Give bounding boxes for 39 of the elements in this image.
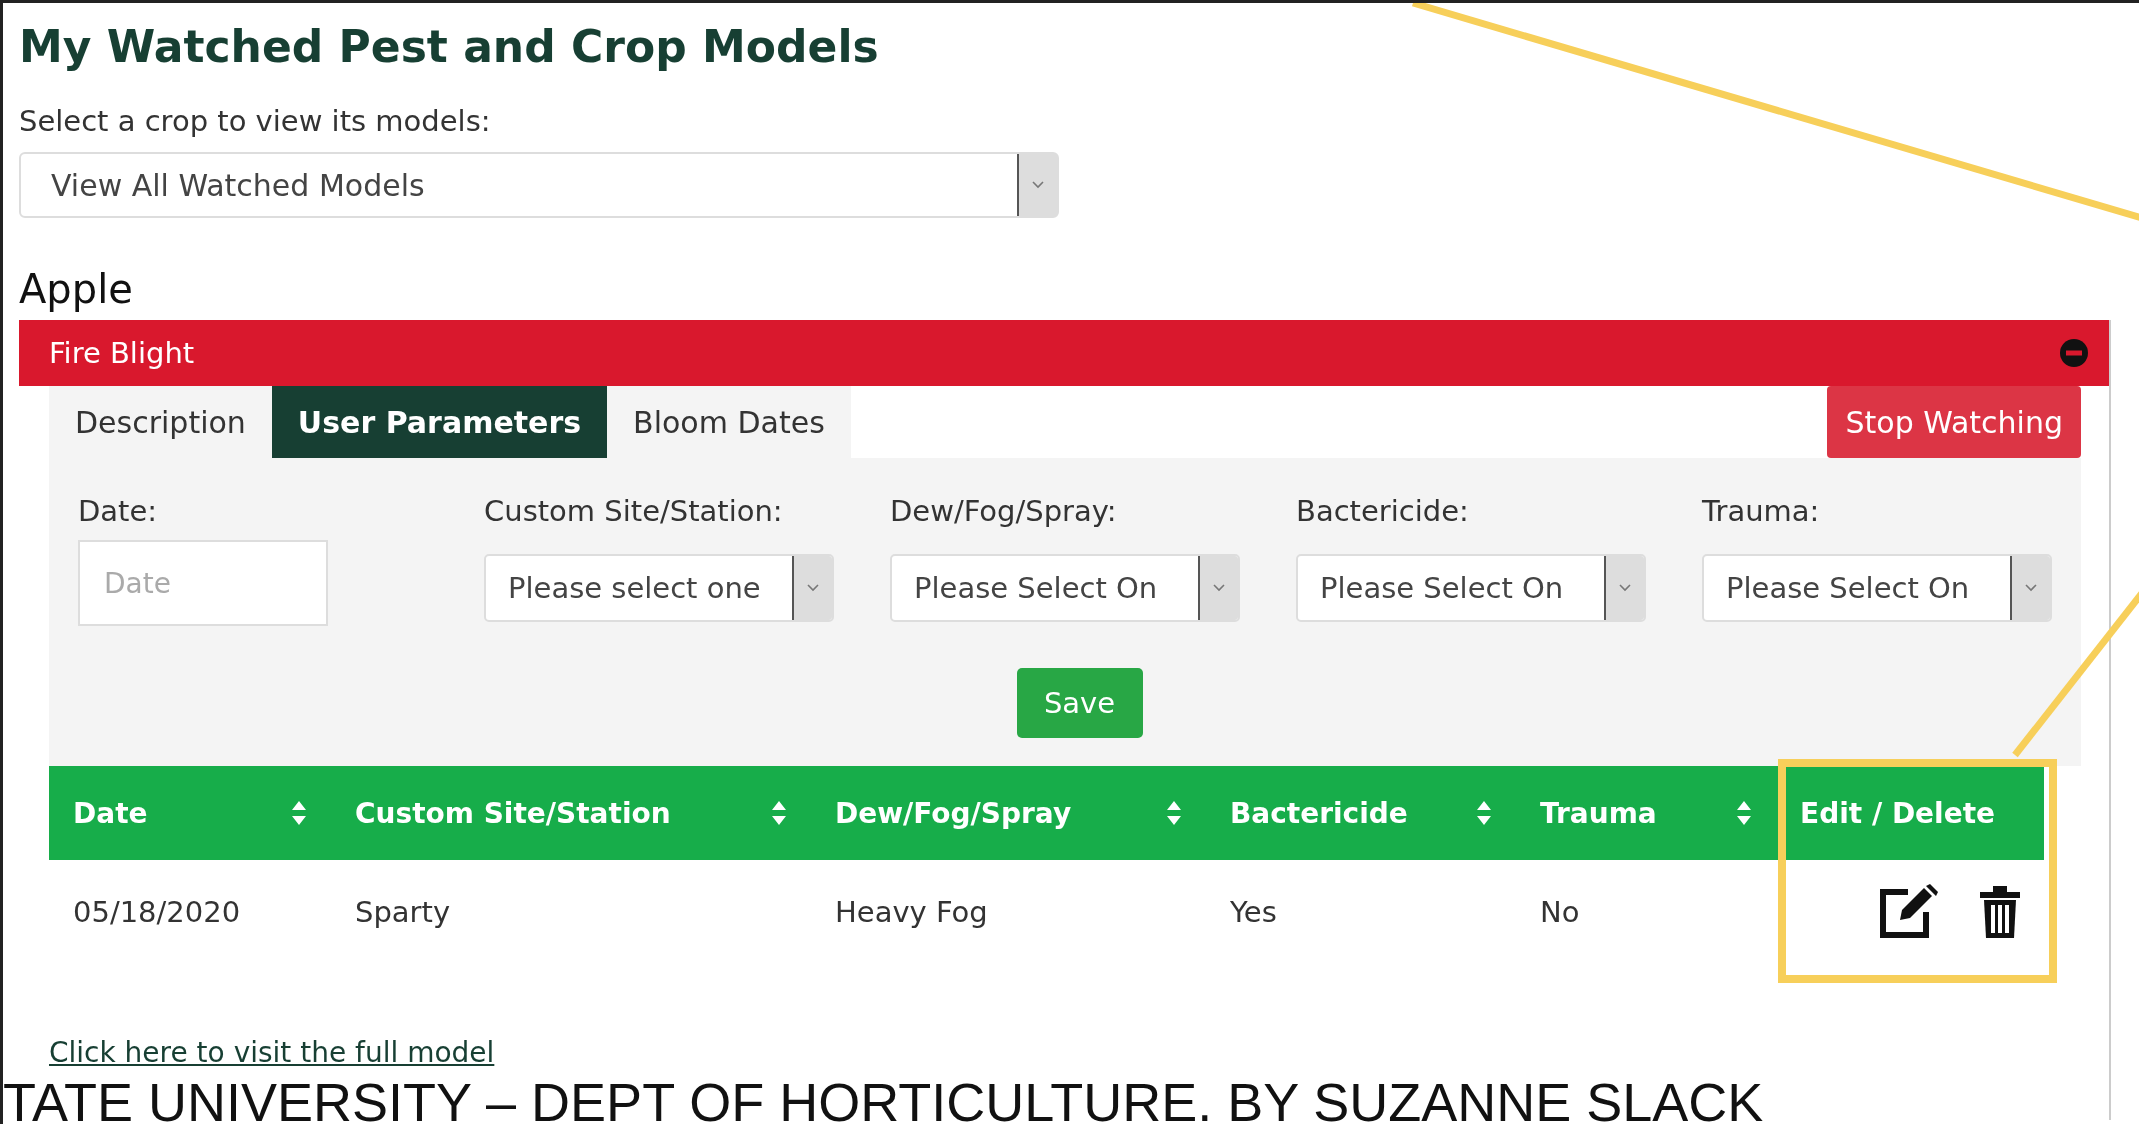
- table-cell: Sparty: [355, 895, 451, 929]
- table-cell: Yes: [1230, 895, 1277, 929]
- model-name: Fire Blight: [49, 336, 195, 370]
- select-field[interactable]: Please Select On: [890, 554, 1240, 622]
- sort-icon[interactable]: [291, 800, 307, 826]
- date-input-field[interactable]: Date: [78, 540, 328, 626]
- page-title: My Watched Pest and Crop Models: [19, 21, 880, 72]
- table-cell: No: [1540, 895, 1580, 929]
- sort-icon[interactable]: [1476, 800, 1492, 826]
- edit-icon[interactable]: [1878, 884, 1938, 940]
- field-label: Bactericide:: [1296, 494, 1470, 528]
- collapse-minus-icon[interactable]: [2059, 338, 2089, 368]
- field-label: Dew/Fog/Spray:: [890, 494, 1118, 528]
- dropdown-caret-icon: [1017, 154, 1057, 216]
- trash-icon[interactable]: [1980, 886, 2020, 938]
- column-header: Edit / Delete: [1800, 796, 1996, 830]
- dropdown-caret-icon: [2010, 556, 2050, 620]
- select-field[interactable]: Please select one: [484, 554, 834, 622]
- crop-heading: Apple: [19, 266, 134, 312]
- sort-icon[interactable]: [771, 800, 787, 826]
- dropdown-caret-icon: [1604, 556, 1644, 620]
- full-model-link[interactable]: Click here to visit the full model: [49, 1036, 495, 1069]
- select-field[interactable]: Please Select On: [1296, 554, 1646, 622]
- field-label: Custom Site/Station:: [484, 494, 784, 528]
- model-header-bar[interactable]: Fire Blight: [19, 320, 2109, 386]
- stop-watching-button[interactable]: Stop Watching: [1827, 386, 2081, 458]
- field-label: Date:: [78, 494, 159, 528]
- sort-icon[interactable]: [1736, 800, 1752, 826]
- crop-select-label: Select a crop to view its models:: [19, 104, 492, 138]
- dropdown-caret-icon: [792, 556, 832, 620]
- dropdown-caret-icon: [1198, 556, 1238, 620]
- crop-select[interactable]: View All Watched Models: [19, 152, 1059, 218]
- select-field[interactable]: Please Select On: [1702, 554, 2052, 622]
- table-cell: 05/18/2020: [73, 895, 241, 929]
- tab[interactable]: User Parameters: [271, 386, 608, 458]
- sort-icon[interactable]: [1166, 800, 1182, 826]
- field-label: Trauma:: [1702, 494, 1821, 528]
- slide-footer-text: TATE UNIVERSITY – DEPT OF HORTICULTURE. BY SUZANNE SLACK: [3, 1071, 1764, 1124]
- table-cell: Heavy Fog: [835, 895, 988, 929]
